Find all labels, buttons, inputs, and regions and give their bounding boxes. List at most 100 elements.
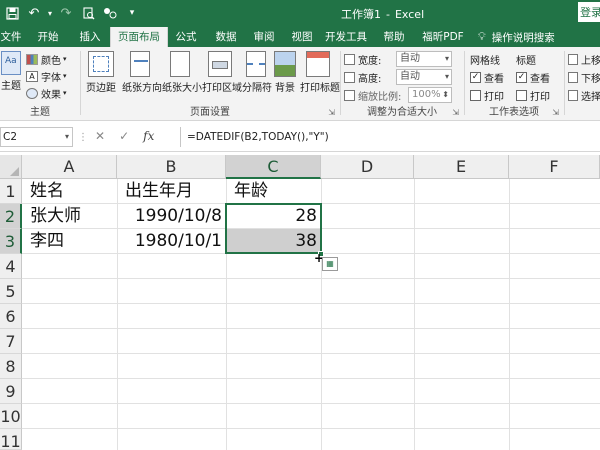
effects-icon [26,87,38,99]
row-header-4[interactable]: 4 [0,254,22,279]
customize-icon[interactable]: ▾ [122,4,142,22]
send-backward-button[interactable]: 下移 [568,69,600,85]
tab-formulas[interactable]: 公式 [170,27,202,47]
orientation-button[interactable]: 纸张方向 [122,51,162,95]
tab-review[interactable]: 审阅 [248,27,280,47]
row-header-5[interactable]: 5 [0,279,22,304]
cell-a2[interactable]: 张大师 [22,204,117,229]
row-header-2[interactable]: 2 [0,204,22,229]
row-header-9[interactable]: 9 [0,379,22,404]
gridlines-print-checkbox[interactable]: 打印 [470,87,504,103]
quick-access-toolbar: ↶ ▾ ↷ ▾ [2,4,144,22]
print-titles-button[interactable]: 打印标题 [300,51,340,95]
signin-button[interactable]: 登录 [578,2,600,22]
undo-icon[interactable]: ↶ [24,4,44,22]
tab-view[interactable]: 视图 [286,27,318,47]
theme-colors-button[interactable]: 颜色 ▾ [26,51,67,67]
print-preview-icon[interactable] [78,4,98,22]
resize-dots-icon[interactable]: ⋮ [78,132,88,143]
window-title: 工作簿1- Excel [341,8,425,21]
share-icon[interactable] [100,4,120,22]
page-setup-launcher-icon[interactable]: ⇲ [328,108,335,117]
background-button[interactable]: 背景 [272,51,298,95]
quick-analysis-icon[interactable]: ▦ [322,257,338,271]
scale-spinner[interactable]: 100% ⬍ [408,87,452,103]
tab-page-layout[interactable]: 页面布局 [110,27,168,48]
tell-me-search[interactable]: 💡︎ 操作说明搜索 [478,27,555,47]
row-header-1[interactable]: 1 [0,179,22,204]
headings-print-label: 打印 [530,91,550,103]
themes-button[interactable]: Aa 主题 [0,51,22,95]
cell-b3[interactable]: 1980/10/1 [117,229,226,254]
column-header-f[interactable]: F [509,155,600,179]
size-button[interactable]: 纸张大小 [162,51,202,95]
height-label: 高度: [358,73,382,85]
chevron-down-icon[interactable]: ▾ [46,4,54,22]
themes-icon: Aa [1,51,21,75]
headings-view-checkbox[interactable]: ✓ 查看 [516,69,550,85]
headings-print-checkbox[interactable]: 打印 [516,87,550,103]
cell-b2[interactable]: 1990/10/8 [117,204,226,229]
row-header-10[interactable]: 10 [0,404,22,429]
row-header-3[interactable]: 3 [0,229,22,254]
width-select[interactable]: 自动 ▾ [396,51,452,67]
scale-launcher-icon[interactable]: ⇲ [452,108,459,117]
enter-icon[interactable]: ✓ [119,129,129,143]
tab-foxit-pdf[interactable]: 福昕PDF [418,27,468,47]
cancel-icon[interactable]: ✕ [95,129,105,143]
bring-forward-button[interactable]: 上移 [568,51,600,67]
row-header-8[interactable]: 8 [0,354,22,379]
gridlines-view-label: 查看 [484,73,504,85]
tab-insert[interactable]: 插入 [72,27,108,47]
column-header-e[interactable]: E [414,155,509,179]
column-header-b[interactable]: B [117,155,226,179]
send-backward-label: 下移 [581,73,600,85]
tab-developer[interactable]: 开发工具 [322,27,370,47]
theme-effects-button[interactable]: 效果 ▾ [26,85,67,101]
name-box-value: C2 [3,131,18,143]
gridline [22,353,600,354]
formula-input[interactable]: =DATEDIF(B2,TODAY(),"Y") [180,127,600,147]
cell-b1[interactable]: 出生年月 [117,179,226,204]
selection-pane-icon [568,89,578,101]
column-header-c[interactable]: C [226,155,321,179]
print-area-button[interactable]: 打印区域 [202,51,242,95]
height-row: 高度: [344,69,381,85]
group-sheet-options: 网格线 标题 ✓ 查看 ✓ 查看 打印 打印 工作表选项 ⇲ [466,47,562,121]
theme-fonts-button[interactable]: A 字体 ▾ [26,68,67,84]
select-all-button[interactable] [0,155,22,179]
margins-icon [88,51,114,77]
save-icon[interactable] [2,4,22,22]
height-select[interactable]: 自动 ▾ [396,69,452,85]
name-box[interactable]: C2 ▾ [0,127,73,147]
cell-a1[interactable]: 姓名 [22,179,117,204]
tab-home[interactable]: 开始 [30,27,66,47]
tab-help[interactable]: 帮助 [378,27,410,47]
background-label: 背景 [275,83,295,94]
row-header-11[interactable]: 11 [0,429,22,450]
gridlines-view-checkbox[interactable]: ✓ 查看 [470,69,504,85]
group-label-scale-to-fit: 调整为合适大小 [367,107,437,118]
sheet-options-launcher-icon[interactable]: ⇲ [552,108,559,117]
tab-data[interactable]: 数据 [210,27,242,47]
height-icon [344,71,355,83]
selection-pane-label: 选择 [581,91,600,103]
breaks-button[interactable]: 分隔符 [242,51,272,95]
chevron-down-icon[interactable]: ▾ [65,128,69,146]
cell-c1[interactable]: 年龄 [226,179,321,204]
insert-function-icon[interactable]: fx [143,129,154,143]
column-header-d[interactable]: D [321,155,414,179]
bring-forward-icon [568,53,578,65]
row-header-7[interactable]: 7 [0,329,22,354]
width-icon [344,53,355,65]
margins-button[interactable]: 页边距 [84,51,118,95]
row-header-6[interactable]: 6 [0,304,22,329]
group-divider [80,51,81,115]
cell-a3[interactable]: 李四 [22,229,117,254]
worksheet-grid[interactable]: A B C D E F 1 2 3 4 5 6 7 8 9 10 11 姓名 出… [0,155,600,450]
width-value: 自动 [400,53,420,64]
column-header-a[interactable]: A [22,155,117,179]
redo-icon[interactable]: ↷ [56,4,76,22]
selection-pane-button[interactable]: 选择 [568,87,600,103]
tab-file[interactable]: 文件 [0,27,22,47]
